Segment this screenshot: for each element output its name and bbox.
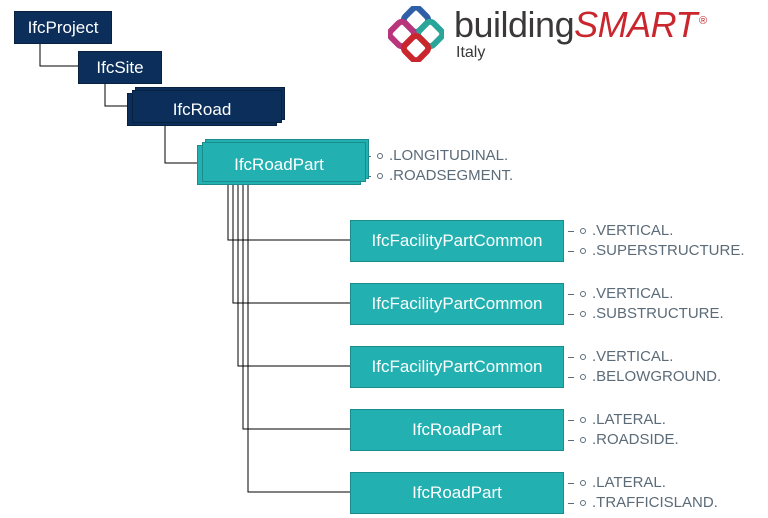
node-child-3: IfcRoadPart [350,409,564,451]
annotation-roadpart-main: .LONGITUDINAL. .ROADSEGMENT. [365,146,513,186]
logo-subtitle: Italy [456,45,707,61]
brand-logo: buildingSMART® Italy [388,6,707,62]
annotation-child-4: .LATERAL. .TRAFFICISLAND. [568,473,718,513]
annotation-child-1: .VERTICAL. .SUBSTRUCTURE. [568,284,724,324]
node-ifc-road: IfcRoad [127,93,277,126]
node-child-0: IfcFacilityPartCommon [350,220,564,262]
node-child-4: IfcRoadPart [350,472,564,514]
node-ifc-roadpart-main: IfcRoadPart [197,145,361,185]
annotation-child-3: .LATERAL. .ROADSIDE. [568,410,679,450]
logo-knot-icon [388,6,444,62]
node-child-2: IfcFacilityPartCommon [350,346,564,388]
logo-wordmark: buildingSMART® [454,7,707,43]
node-child-1: IfcFacilityPartCommon [350,283,564,325]
node-ifc-site: IfcSite [78,51,162,84]
node-ifc-project: IfcProject [14,11,112,44]
annotation-child-2: .VERTICAL. .BELOWGROUND. [568,347,721,387]
annotation-child-0: .VERTICAL. .SUPERSTRUCTURE. [568,221,745,261]
